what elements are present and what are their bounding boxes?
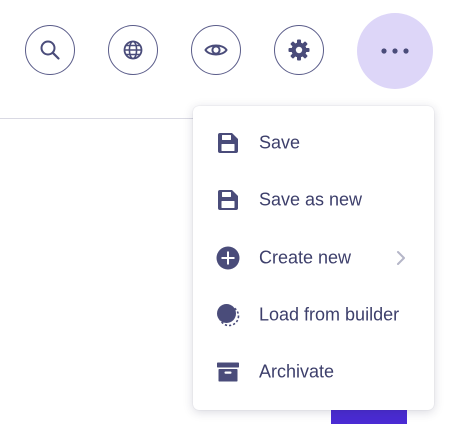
archive-icon [216, 360, 240, 384]
menu-item-save[interactable]: Save [193, 115, 434, 171]
save-icon [216, 131, 240, 155]
search-button[interactable] [25, 25, 75, 75]
globe-button[interactable] [108, 25, 158, 75]
chevron-right-icon [395, 250, 407, 266]
settings-button[interactable] [274, 25, 324, 75]
more-actions-menu: Save Save as new Create new Load from bu… [193, 106, 434, 410]
gear-icon [287, 38, 311, 62]
load-builder-icon [216, 303, 240, 327]
menu-item-label: Save as new [259, 189, 363, 210]
more-button[interactable] [357, 13, 433, 89]
menu-item-label: Archivate [259, 361, 335, 382]
plus-circle-icon [216, 246, 240, 270]
menu-item-save-as-new[interactable]: Save as new [193, 172, 434, 228]
menu-item-label: Save [259, 132, 301, 153]
search-icon [39, 39, 61, 61]
globe-icon [122, 39, 144, 61]
menu-item-label: Create new [259, 247, 352, 268]
menu-item-load-from-builder[interactable]: Load from builder [193, 287, 434, 343]
preview-button[interactable] [191, 25, 241, 75]
save-as-new-icon [216, 188, 240, 212]
menu-item-create-new[interactable]: Create new [193, 230, 434, 286]
eye-icon [204, 41, 228, 59]
menu-item-archivate[interactable]: Archivate [193, 344, 434, 400]
menu-item-label: Load from builder [259, 304, 400, 325]
more-horizontal-icon [380, 42, 410, 60]
